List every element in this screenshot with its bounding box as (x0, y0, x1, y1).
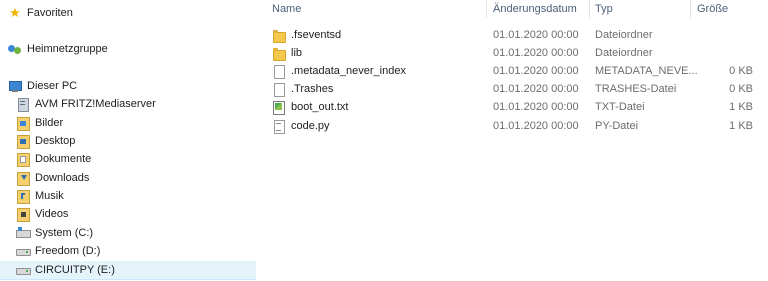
file-name-cell: boot_out.txt (272, 98, 349, 116)
file-type: TXT-Datei (595, 101, 645, 113)
file-row[interactable]: .fseventsd 01.01.2020 00:00 Dateiordner (256, 26, 768, 44)
nav-avm-fritz-mediaserver[interactable]: AVM FRITZ!Mediaserver (0, 95, 256, 113)
nav-musik-label: Musik (35, 190, 64, 202)
file-name: .Trashes (291, 83, 334, 95)
file-size: 0 KB (729, 83, 753, 95)
pictures-library-icon (16, 116, 30, 131)
file-size: 1 KB (729, 120, 753, 132)
nav-dieser-pc-label: Dieser PC (27, 80, 78, 92)
nav-system-c[interactable]: System (C:) (0, 224, 256, 242)
nav-downloads[interactable]: Downloads (0, 169, 256, 187)
file-name: .fseventsd (291, 29, 342, 41)
file-name: lib (291, 47, 303, 59)
file-date: 01.01.2020 00:00 (493, 65, 579, 77)
nav-dokumente-label: Dokumente (35, 153, 92, 165)
videos-library-icon (16, 207, 30, 222)
file-list: Name Änderungsdatum Typ Größe .fseventsd… (256, 0, 768, 281)
column-header-name[interactable]: Name (272, 0, 301, 18)
python-file-icon (272, 119, 285, 134)
column-separator[interactable] (690, 0, 691, 18)
file-name-cell: lib (272, 44, 302, 62)
file-type: METADATA_NEVE... (595, 65, 698, 77)
column-header-date[interactable]: Änderungsdatum (493, 0, 577, 18)
nav-freedom-d-label: Freedom (D:) (35, 245, 101, 257)
column-header-name-label: Name (272, 3, 302, 15)
file-size (697, 44, 753, 62)
file-date: 01.01.2020 00:00 (493, 120, 579, 132)
column-separator[interactable] (486, 0, 487, 18)
nav-circuitpy-e-label: CIRCUITPY (E:) (35, 264, 115, 276)
file-date: 01.01.2020 00:00 (493, 47, 579, 59)
file-date: 01.01.2020 00:00 (493, 29, 579, 41)
documents-library-icon (16, 152, 30, 167)
nav-videos-label: Videos (35, 208, 69, 220)
file-name: code.py (291, 120, 330, 132)
file-date: 01.01.2020 00:00 (493, 101, 579, 113)
nav-heimnetzgruppe[interactable]: Heimnetzgruppe (0, 40, 256, 58)
desktop-library-icon (16, 134, 30, 149)
navigation-pane: ★ Favoriten Heimnetzgruppe Dieser PC AVM… (0, 0, 256, 281)
file-name-cell: .fseventsd (272, 26, 341, 44)
column-header-type[interactable]: Typ (595, 0, 613, 18)
nav-favoriten[interactable]: ★ Favoriten (0, 4, 256, 22)
system-drive-icon (16, 226, 31, 240)
file-date: 01.01.2020 00:00 (493, 83, 579, 95)
nav-freedom-d[interactable]: Freedom (D:) (0, 242, 256, 260)
drive-icon (16, 244, 31, 258)
nav-videos[interactable]: Videos (0, 205, 256, 223)
text-file-icon (272, 100, 285, 115)
computer-icon (8, 79, 22, 93)
file-name-cell: code.py (272, 117, 330, 135)
nav-desktop-label: Desktop (35, 135, 76, 147)
file-icon (272, 64, 285, 79)
file-name: .metadata_never_index (291, 65, 406, 77)
column-header-type-label: Typ (595, 3, 613, 15)
usb-drive-icon (16, 263, 31, 277)
music-library-icon (16, 189, 30, 204)
nav-bilder[interactable]: Bilder (0, 114, 256, 132)
file-size (697, 26, 753, 44)
nav-circuitpy-e[interactable]: CIRCUITPY (E:) (0, 261, 256, 280)
column-header-size[interactable]: Größe (697, 0, 728, 18)
file-icon (272, 82, 285, 97)
file-name-cell: .metadata_never_index (272, 62, 406, 80)
file-type: Dateiordner (595, 29, 653, 41)
file-type: PY-Datei (595, 120, 639, 132)
column-header-size-label: Größe (697, 3, 729, 15)
file-row[interactable]: lib 01.01.2020 00:00 Dateiordner (256, 44, 768, 62)
nav-avm-fritz-mediaserver-label: AVM FRITZ!Mediaserver (35, 98, 156, 110)
file-type: Dateiordner (595, 47, 653, 59)
file-name: boot_out.txt (291, 101, 349, 113)
downloads-library-icon (16, 171, 30, 186)
folder-icon (272, 29, 286, 43)
column-header-date-label: Änderungsdatum (493, 3, 577, 15)
nav-bilder-label: Bilder (35, 117, 64, 129)
nav-downloads-label: Downloads (35, 172, 90, 184)
file-size: 1 KB (729, 101, 753, 113)
nav-system-c-label: System (C:) (35, 227, 94, 239)
nav-heimnetzgruppe-label: Heimnetzgruppe (27, 43, 108, 55)
nav-dokumente[interactable]: Dokumente (0, 150, 256, 168)
media-server-icon (16, 97, 30, 112)
file-row[interactable]: code.py 01.01.2020 00:00 PY-Datei 1 KB (256, 117, 768, 135)
nav-desktop[interactable]: Desktop (0, 132, 256, 150)
file-type: TRASHES-Datei (595, 83, 677, 95)
nav-favoriten-label: Favoriten (27, 7, 73, 19)
file-row[interactable]: .metadata_never_index 01.01.2020 00:00 M… (256, 62, 768, 80)
folder-icon (272, 47, 286, 61)
homegroup-icon (8, 42, 22, 56)
file-name-cell: .Trashes (272, 80, 333, 98)
file-row[interactable]: boot_out.txt 01.01.2020 00:00 TXT-Datei … (256, 98, 768, 116)
column-separator[interactable] (589, 0, 590, 18)
nav-musik[interactable]: Musik (0, 187, 256, 205)
nav-dieser-pc[interactable]: Dieser PC (0, 77, 256, 95)
file-row[interactable]: .Trashes 01.01.2020 00:00 TRASHES-Datei … (256, 80, 768, 98)
file-size: 0 KB (729, 65, 753, 77)
star-icon: ★ (9, 5, 21, 20)
